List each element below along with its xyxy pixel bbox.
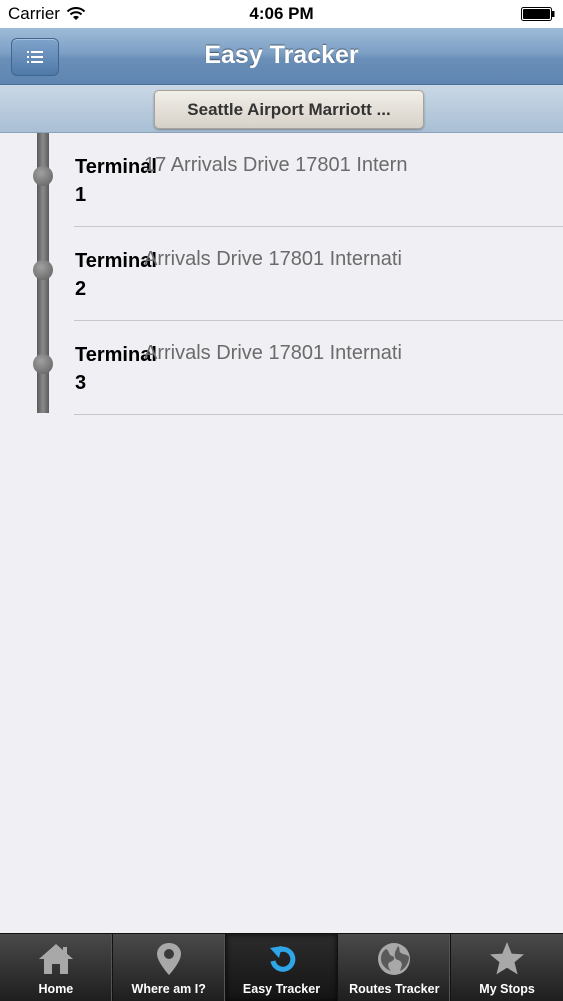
stop-marker-icon bbox=[33, 166, 53, 186]
tab-home[interactable]: Home bbox=[0, 934, 113, 1001]
tab-easy-tracker[interactable]: Easy Tracker bbox=[225, 934, 339, 1001]
battery-icon bbox=[521, 7, 555, 21]
navigation-bar: Easy Tracker bbox=[0, 28, 563, 85]
hotel-selector-button[interactable]: Seattle Airport Marriott ... bbox=[154, 90, 424, 129]
tab-bar: Home Where am I? Easy Tracker Routes Tra… bbox=[0, 933, 563, 1001]
refresh-icon bbox=[270, 946, 296, 972]
tab-my-stops[interactable]: My Stops bbox=[451, 934, 563, 1001]
globe-icon bbox=[378, 943, 411, 975]
status-bar: Carrier 4:06 PM bbox=[0, 0, 563, 28]
list-item[interactable]: Terminal 1 17 Arrivals Drive 17801 Inter… bbox=[74, 133, 563, 227]
tab-label: Where am I? bbox=[131, 982, 206, 996]
home-icon bbox=[38, 944, 73, 974]
map-pin-icon bbox=[156, 943, 181, 975]
stop-list: Terminal 1 17 Arrivals Drive 17801 Inter… bbox=[0, 133, 563, 415]
stop-marker-icon bbox=[33, 354, 53, 374]
tab-label: Routes Tracker bbox=[349, 982, 440, 996]
status-time: 4:06 PM bbox=[249, 4, 314, 23]
stop-marker-icon bbox=[33, 260, 53, 280]
stop-address: 17 Arrivals Drive 17801 Intern bbox=[144, 154, 408, 176]
list-item[interactable]: Terminal 3 Arrivals Drive 17801 Internat… bbox=[74, 321, 563, 415]
list-item[interactable]: Terminal 2 Arrivals Drive 17801 Internat… bbox=[74, 227, 563, 321]
stop-address: Arrivals Drive 17801 Internati bbox=[144, 248, 402, 270]
star-icon bbox=[490, 942, 525, 975]
tab-label: Home bbox=[38, 982, 74, 996]
tab-label: Easy Tracker bbox=[242, 982, 321, 996]
sub-toolbar: Seattle Airport Marriott ... bbox=[0, 85, 563, 133]
tab-where-am-i[interactable]: Where am I? bbox=[113, 934, 226, 1001]
page-title: Easy Tracker bbox=[204, 41, 359, 69]
tab-routes-tracker[interactable]: Routes Tracker bbox=[338, 934, 452, 1001]
stop-address: Arrivals Drive 17801 Internati bbox=[144, 342, 402, 364]
tab-label: My Stops bbox=[479, 982, 535, 996]
